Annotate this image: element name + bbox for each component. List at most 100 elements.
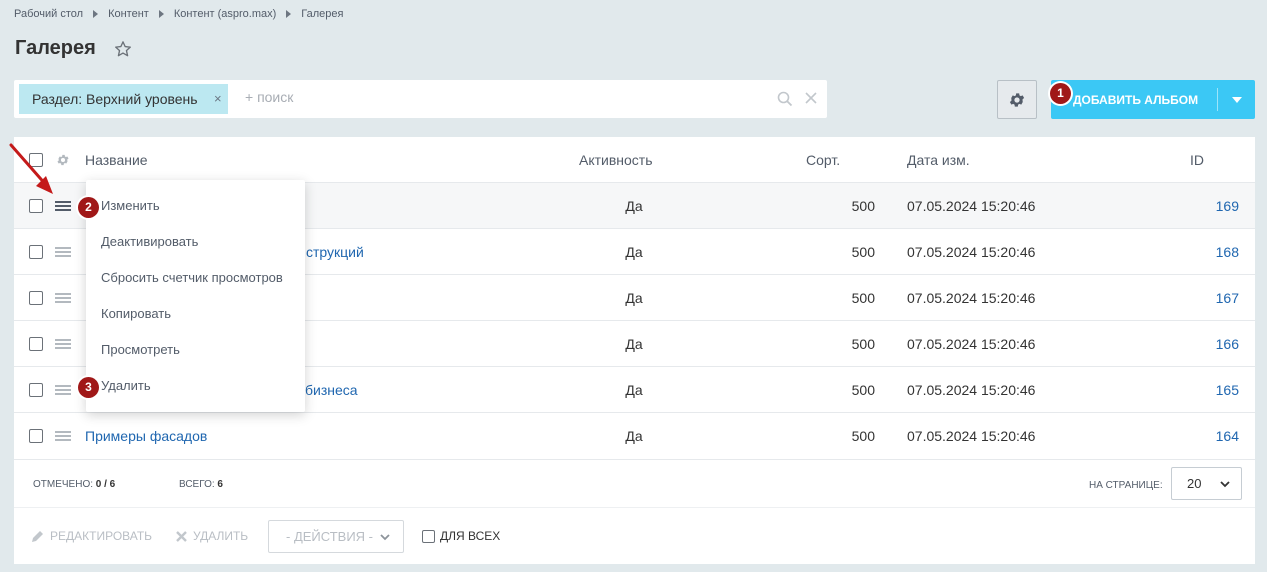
row-activity: Да — [625, 243, 643, 260]
column-settings-gear-icon[interactable] — [56, 153, 70, 167]
filter-tag[interactable]: Раздел: Верхний уровень × — [19, 84, 228, 114]
menu-item-edit[interactable]: Изменить — [101, 198, 160, 213]
row-date: 07.05.2024 15:20:46 — [907, 335, 1036, 352]
actions-select[interactable]: - ДЕЙСТВИЯ - — [268, 520, 404, 553]
row-date: 07.05.2024 15:20:46 — [907, 243, 1036, 260]
row-sort: 500 — [851, 197, 875, 214]
breadcrumb-content[interactable]: Контент — [108, 8, 149, 20]
row-menu-icon[interactable] — [55, 200, 71, 212]
grid-header: Название Активность Сорт. Дата изм. ID — [14, 137, 1255, 182]
row-activity: Да — [625, 197, 643, 214]
row-check-cell — [29, 275, 43, 320]
breadcrumb-content-aspro[interactable]: Контент (aspro.max) — [174, 8, 276, 20]
search-input[interactable] — [245, 89, 745, 105]
edit-action-button[interactable]: РЕДАКТИРОВАТЬ — [31, 529, 152, 543]
menu-item-copy[interactable]: Копировать — [101, 306, 171, 321]
row-check-cell — [29, 413, 43, 458]
breadcrumb-separator-icon — [93, 10, 99, 18]
row-name[interactable]: струкций — [306, 229, 364, 274]
row-sort: 500 — [851, 243, 875, 260]
row-menu-icon[interactable] — [55, 384, 71, 396]
row-check-cell — [29, 321, 43, 366]
row-menu-icon[interactable] — [55, 292, 71, 304]
row-sort: 500 — [851, 427, 875, 444]
per-page-value: 20 — [1187, 476, 1202, 491]
row-activity: Да — [625, 289, 643, 306]
checked-stat: ОТМЕЧЕНО: 0 / 6 — [33, 479, 115, 490]
row-checkbox[interactable] — [29, 198, 43, 213]
breadcrumb: Рабочий стол Контент Контент (aspro.max)… — [14, 8, 343, 20]
row-date: 07.05.2024 15:20:46 — [907, 289, 1036, 306]
delete-action-label: УДАЛИТЬ — [193, 529, 249, 543]
filter-bar: Раздел: Верхний уровень × — [14, 80, 827, 118]
for-all-label: ДЛЯ ВСЕХ — [440, 529, 501, 543]
row-menu-icon[interactable] — [55, 338, 71, 350]
settings-button[interactable] — [997, 80, 1037, 119]
row-checkbox[interactable] — [29, 336, 43, 351]
column-date[interactable]: Дата изм. — [907, 137, 970, 182]
add-album-dropdown[interactable] — [1218, 96, 1255, 103]
table-row[interactable]: Примеры фасадов Да 500 07.05.2024 15:20:… — [14, 412, 1255, 458]
actions-bar: РЕДАКТИРОВАТЬ УДАЛИТЬ - ДЕЙСТВИЯ - ДЛЯ В… — [14, 507, 1255, 564]
row-sort: 500 — [851, 335, 875, 352]
for-all-checkbox[interactable] — [422, 529, 435, 543]
delete-action-button[interactable]: УДАЛИТЬ — [175, 529, 248, 543]
title-row: Галерея — [15, 37, 132, 60]
column-id[interactable]: ID — [1190, 137, 1204, 182]
column-sort[interactable]: Сорт. — [806, 137, 840, 182]
row-check-cell — [29, 183, 43, 228]
checked-label: ОТМЕЧЕНО: — [33, 479, 93, 490]
row-name[interactable]: бизнеса — [305, 367, 358, 412]
select-all-checkbox[interactable] — [29, 152, 43, 167]
row-name[interactable]: Примеры фасадов — [85, 413, 207, 458]
row-check-cell — [29, 367, 43, 412]
actions-select-value: - ДЕЙСТВИЯ - — [286, 529, 374, 544]
clear-icon[interactable] — [804, 91, 818, 105]
row-checkbox[interactable] — [29, 290, 43, 305]
row-menu-cell — [55, 321, 71, 366]
edit-action-label: РЕДАКТИРОВАТЬ — [50, 529, 153, 543]
row-menu-icon[interactable] — [55, 430, 71, 442]
step-badge-1: 1 — [1050, 83, 1071, 104]
row-id[interactable]: 167 — [1164, 275, 1239, 320]
row-checkbox[interactable] — [29, 382, 43, 397]
menu-item-deactivate[interactable]: Деактивировать — [101, 234, 198, 249]
per-page-select[interactable]: 20 — [1171, 467, 1242, 500]
gear-icon — [1009, 92, 1025, 107]
row-id[interactable]: 166 — [1164, 321, 1239, 366]
row-menu-cell — [55, 183, 71, 228]
search-icon[interactable] — [777, 91, 793, 107]
pencil-icon — [32, 531, 43, 542]
for-all-toggle[interactable]: ДЛЯ ВСЕХ — [422, 529, 500, 543]
grid-footer: ОТМЕЧЕНО: 0 / 6 ВСЕГО: 6 НА СТРАНИЦЕ: 20 — [14, 459, 1255, 507]
menu-item-view[interactable]: Просмотреть — [101, 342, 180, 357]
breadcrumb-gallery[interactable]: Галерея — [301, 8, 343, 20]
row-checkbox[interactable] — [29, 244, 43, 259]
column-activity[interactable]: Активность — [579, 137, 689, 182]
menu-item-delete[interactable]: Удалить — [101, 378, 151, 393]
add-album-button[interactable]: ДОБАВИТЬ АЛЬБОМ — [1051, 80, 1255, 119]
column-settings-cell — [56, 137, 70, 182]
row-checkbox[interactable] — [29, 428, 43, 443]
breadcrumb-separator-icon — [286, 10, 292, 18]
row-date: 07.05.2024 15:20:46 — [907, 381, 1036, 398]
star-icon[interactable] — [114, 40, 132, 58]
filter-tag-label: Раздел: Верхний уровень — [32, 91, 198, 107]
menu-item-reset-views[interactable]: Сбросить счетчик просмотров — [101, 270, 283, 285]
row-id[interactable]: 165 — [1164, 367, 1239, 412]
breadcrumb-desktop[interactable]: Рабочий стол — [14, 8, 83, 20]
row-menu-cell — [55, 367, 71, 412]
select-all-cell — [29, 137, 43, 182]
row-date: 07.05.2024 15:20:46 — [907, 427, 1036, 444]
breadcrumb-separator-icon — [158, 10, 164, 18]
row-id[interactable]: 169 — [1164, 183, 1239, 228]
row-menu-icon[interactable] — [55, 246, 71, 258]
total-stat: ВСЕГО: 6 — [179, 479, 223, 490]
row-id[interactable]: 168 — [1164, 229, 1239, 274]
filter-tag-close-icon[interactable]: × — [214, 84, 222, 114]
column-name[interactable]: Название — [85, 137, 148, 182]
chevron-down-icon — [380, 534, 390, 541]
row-id[interactable]: 164 — [1164, 413, 1239, 458]
page-title: Галерея — [15, 37, 96, 59]
checked-value: 0 / 6 — [95, 479, 116, 490]
